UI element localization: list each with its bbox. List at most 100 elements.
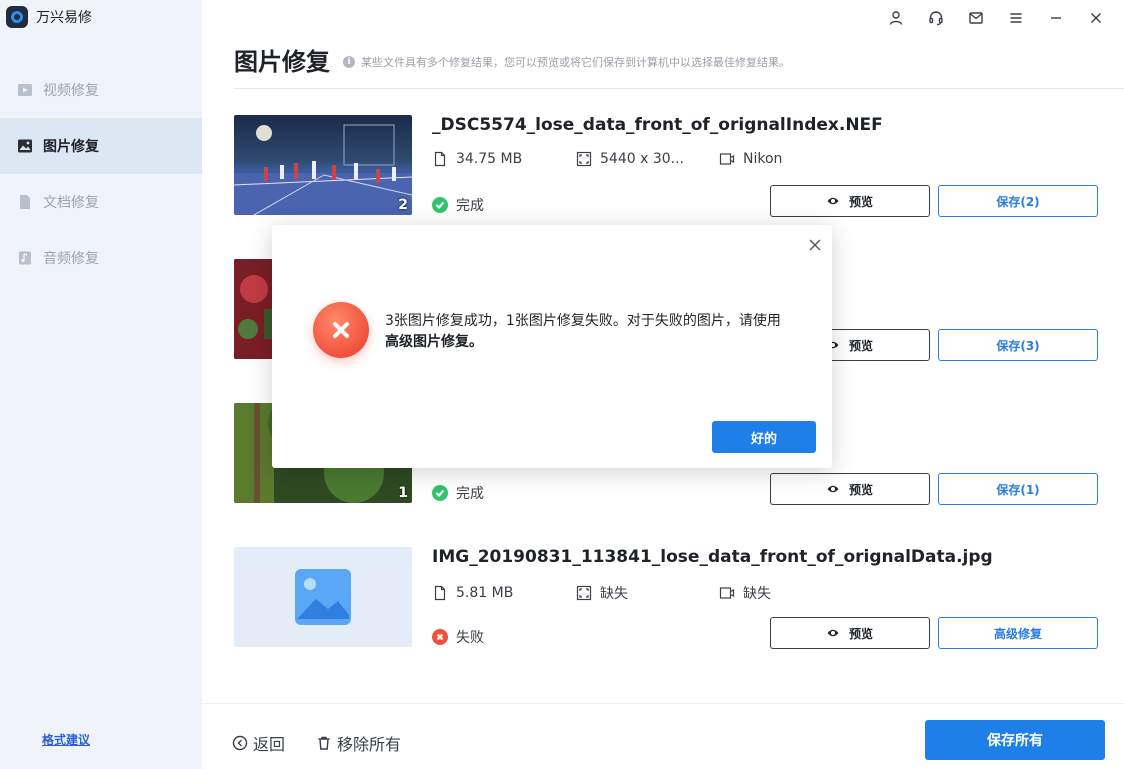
error-icon xyxy=(313,302,369,358)
preview-button-label: 预览 xyxy=(848,626,873,641)
save-button[interactable]: 保存(1) xyxy=(938,473,1098,505)
preview-button-label: 预览 xyxy=(848,482,873,497)
audio-icon xyxy=(17,250,33,266)
file-meta: 34.75 MB 5440 x 30... Nikon xyxy=(432,151,782,167)
menu-button[interactable] xyxy=(996,6,1036,30)
file-icon xyxy=(434,151,446,167)
video-icon xyxy=(17,82,33,98)
minimize-icon xyxy=(1051,17,1061,19)
file-name: IMG_20190831_113841_lose_data_front_of_o… xyxy=(432,547,993,567)
sidebar-item-video[interactable]: 视频修复 xyxy=(0,62,202,118)
repair-status: 完成 xyxy=(432,483,484,503)
menu-icon xyxy=(1010,13,1022,23)
file-camera: Nikon xyxy=(719,151,782,167)
close-icon xyxy=(809,239,821,251)
headset-icon xyxy=(929,11,943,26)
sidebar: 万兴易修 视频修复 图片修复 文档修复 音频修复 格式建议 xyxy=(0,0,202,769)
file-dimensions-value: 缺失 xyxy=(600,586,628,602)
error-icon xyxy=(432,629,448,645)
bottom-bar: 返回 移除所有 保存所有 xyxy=(202,703,1124,769)
sidebar-item-audio[interactable]: 音频修复 xyxy=(0,230,202,286)
file-thumbnail[interactable] xyxy=(234,547,412,647)
app-name: 万兴易修 xyxy=(36,10,92,26)
repair-status-text: 失败 xyxy=(456,630,484,646)
info-icon: i xyxy=(343,56,355,68)
sidebar-nav: 视频修复 图片修复 文档修复 音频修复 xyxy=(0,62,202,286)
advanced-repair-button[interactable]: 高级修复 xyxy=(938,617,1098,649)
repair-status: 失败 xyxy=(432,627,484,647)
file-row: 2 _DSC5574_lose_data_front_of_orignalInd… xyxy=(234,115,1104,217)
file-camera-value: Nikon xyxy=(743,151,783,167)
page-hint-text: 某些文件具有多个修复结果，您可以预览或将它们保存到计算机中以选择最佳修复结果。 xyxy=(361,56,790,69)
document-icon xyxy=(17,194,33,210)
window-controls xyxy=(876,6,1116,30)
file-dimensions-value: 5440 x 30... xyxy=(600,151,684,167)
preview-button-label: 预览 xyxy=(848,338,873,353)
eye-icon xyxy=(827,629,839,637)
support-button[interactable] xyxy=(916,6,956,30)
format-suggestion-link[interactable]: 格式建议 xyxy=(42,731,90,748)
result-count: 1 xyxy=(398,485,408,501)
basketball-photo-thumbnail xyxy=(234,115,412,215)
dimensions-icon xyxy=(576,585,592,601)
result-count: 2 xyxy=(398,197,408,213)
camera-icon xyxy=(719,153,735,165)
close-icon xyxy=(1091,13,1101,23)
sidebar-item-label: 音频修复 xyxy=(43,251,99,267)
success-icon xyxy=(432,485,448,501)
repair-status-text: 完成 xyxy=(456,486,484,502)
close-window-button[interactable] xyxy=(1076,6,1116,30)
account-button[interactable] xyxy=(876,6,916,30)
trash-icon xyxy=(318,736,330,750)
app-header: 万兴易修 xyxy=(0,0,202,34)
mail-button[interactable] xyxy=(956,6,996,30)
file-camera-value: 缺失 xyxy=(743,586,771,602)
result-dialog: 3张图片修复成功，1张图片修复失败。对于失败的图片，请使用 高级图片修复。 好的 xyxy=(272,225,832,468)
dialog-message: 3张图片修复成功，1张图片修复失败。对于失败的图片，请使用 高级图片修复。 xyxy=(385,311,815,353)
eye-icon xyxy=(827,485,839,493)
dialog-message-text: 3张图片修复成功，1张图片修复失败。对于失败的图片，请使用 xyxy=(385,313,781,329)
file-size-value: 5.81 MB xyxy=(456,585,514,601)
sidebar-item-label: 视频修复 xyxy=(43,83,99,99)
file-name: _DSC5574_lose_data_front_of_orignalIndex… xyxy=(432,115,883,135)
save-button[interactable]: 保存(3) xyxy=(938,329,1098,361)
image-icon xyxy=(17,138,33,154)
dialog-close-button[interactable] xyxy=(808,237,822,251)
back-arrow-icon xyxy=(232,735,248,751)
sidebar-item-document[interactable]: 文档修复 xyxy=(0,174,202,230)
file-thumbnail[interactable]: 2 xyxy=(234,115,412,215)
repair-status: 完成 xyxy=(432,195,484,215)
app-logo-icon xyxy=(6,6,28,28)
mail-icon xyxy=(969,12,983,24)
preview-button[interactable]: 预览 xyxy=(770,473,930,505)
file-size-value: 34.75 MB xyxy=(456,151,523,167)
title-divider xyxy=(234,88,1124,89)
remove-all-button[interactable]: 移除所有 xyxy=(316,731,401,755)
camera-icon xyxy=(719,587,735,599)
file-size: 34.75 MB xyxy=(432,151,576,167)
save-button[interactable]: 保存(2) xyxy=(938,185,1098,217)
page-title: 图片修复 xyxy=(234,48,330,76)
success-icon xyxy=(432,197,448,213)
file-dimensions: 5440 x 30... xyxy=(576,151,719,167)
file-row: IMG_20190831_113841_lose_data_front_of_o… xyxy=(234,547,1104,649)
back-button-label: 返回 xyxy=(253,735,286,754)
page-hint: i 某些文件具有多个修复结果，您可以预览或将它们保存到计算机中以选择最佳修复结果… xyxy=(343,54,790,70)
image-placeholder-icon xyxy=(295,569,351,625)
dialog-message-emphasis: 高级图片修复。 xyxy=(385,334,483,350)
sidebar-item-label: 图片修复 xyxy=(43,139,99,155)
file-size: 5.81 MB xyxy=(432,583,576,603)
preview-button-label: 预览 xyxy=(848,194,873,209)
remove-all-button-label: 移除所有 xyxy=(337,735,402,754)
ok-button[interactable]: 好的 xyxy=(712,421,816,453)
preview-button[interactable]: 预览 xyxy=(770,185,930,217)
dimensions-icon xyxy=(576,151,592,167)
save-all-button[interactable]: 保存所有 xyxy=(925,720,1105,760)
file-meta: 5.81 MB 缺失 缺失 xyxy=(432,583,771,603)
preview-button[interactable]: 预览 xyxy=(770,617,930,649)
sidebar-item-image[interactable]: 图片修复 xyxy=(0,118,202,174)
file-camera: 缺失 xyxy=(719,583,771,603)
minimize-button[interactable] xyxy=(1036,6,1076,30)
user-icon xyxy=(889,11,903,25)
back-button[interactable]: 返回 xyxy=(232,731,285,755)
